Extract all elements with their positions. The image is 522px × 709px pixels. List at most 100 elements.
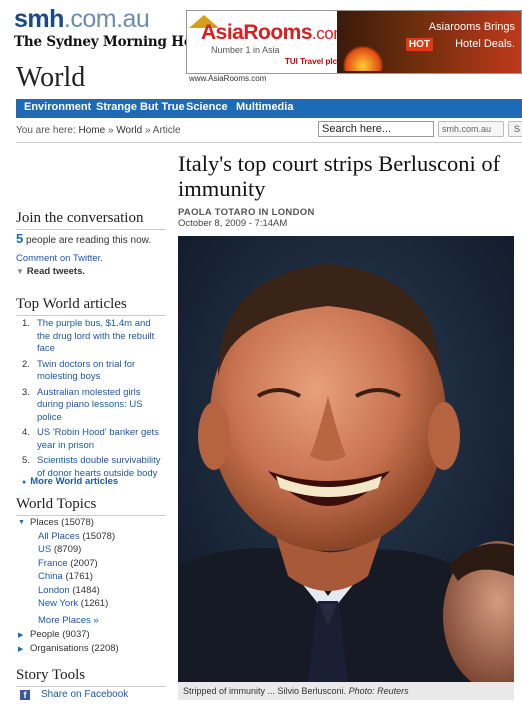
item-number: 2. (22, 358, 30, 370)
breadcrumb-home[interactable]: Home (78, 125, 105, 136)
story-tools-header: Story Tools (16, 667, 166, 687)
photo-caption: Stripped of immunity ... Silvio Berlusco… (178, 682, 514, 700)
top-world-list: 1. The purple bus, $1.4m and the drug lor… (22, 318, 162, 483)
article-byline[interactable]: PAOLA TOTARO IN LONDON (178, 207, 315, 218)
item-link[interactable]: US 'Robin Hood' banker gets year in pris… (37, 427, 159, 451)
list-item[interactable]: 2. Twin doctors on trial for molesting bo… (22, 359, 162, 384)
ad-banner[interactable]: AsiaRooms.com Number 1 in Asia TUI Trave… (186, 10, 522, 74)
caption-credit: Photo: Reuters (348, 686, 409, 696)
paper-name: The Sydney Morning Herald (14, 34, 222, 50)
item-link[interactable]: Australian molested girls during piano l… (37, 387, 143, 423)
nav-strange-but-true[interactable]: Strange But True (96, 101, 185, 113)
more-world-label: More World articles (30, 476, 119, 487)
topics-heading: World Topics (16, 496, 166, 516)
section-nav: Environment Strange But True Science Mul… (16, 99, 522, 118)
topic-item[interactable]: US (8709) (16, 544, 166, 558)
divider (16, 142, 522, 143)
ad-brand: AsiaRooms.com (201, 21, 347, 44)
topic-name[interactable]: France (38, 558, 68, 569)
topic-people-label: People (9037) (30, 629, 90, 640)
facebook-icon: f (20, 690, 30, 700)
article-headline: Italy's top court strips Berlusconi of i… (178, 151, 501, 201)
breadcrumb-world[interactable]: World (116, 125, 142, 136)
topic-name[interactable]: US (38, 544, 51, 555)
ad-url[interactable]: www.AsiaRooms.com (189, 74, 266, 83)
item-link[interactable]: Twin doctors on trial for molesting boys (37, 359, 135, 383)
ad-hot-badge: HOT (405, 38, 433, 51)
item-number: 4. (22, 427, 30, 438)
topic-item[interactable]: London (1484) (16, 585, 166, 599)
readers-text: people are reading this now. (26, 235, 152, 246)
item-link[interactable]: The purple bus, $1.4m and the drug lord … (37, 318, 154, 354)
nav-multimedia[interactable]: Multimedia (236, 101, 293, 113)
share-facebook-label: Share on Facebook (41, 689, 129, 700)
breadcrumb-sep: » (107, 125, 114, 136)
smh-wordmark: smh.com.au (14, 5, 150, 33)
item-link[interactable]: Scientists double survivability of donor… (37, 455, 161, 479)
article-photo[interactable] (178, 236, 514, 682)
nav-environment[interactable]: Environment (24, 101, 91, 113)
nav-science[interactable]: Science (186, 101, 228, 113)
read-tweets-toggle[interactable]: ▼ Read tweets. (16, 266, 85, 277)
breadcrumb: You are here: Home » World » Article (16, 125, 181, 136)
conversation-header: Join the conversation (16, 210, 166, 230)
more-places-link[interactable]: More Places » (38, 615, 99, 626)
search-input[interactable]: Search here... (318, 121, 434, 137)
search-button[interactable]: S (508, 121, 522, 137)
topic-name[interactable]: New York (38, 598, 78, 609)
topic-organisations-label: Organisations (2208) (30, 642, 119, 654)
topic-name[interactable]: China (38, 571, 63, 582)
ad-tagline: Number 1 in Asia (211, 45, 280, 55)
topic-count: (15078) (82, 530, 116, 542)
story-tools-heading: Story Tools (16, 667, 166, 687)
ad-line-1: Asiarooms Brings (428, 21, 515, 33)
site-logo[interactable]: smh.com.au The Sydney Morning Herald (14, 5, 222, 50)
topic-name[interactable]: All Places (38, 531, 80, 542)
search-scope-select[interactable]: smh.com.au (438, 121, 504, 137)
topic-item[interactable]: All Places (15078) (16, 531, 166, 545)
breadcrumb-prefix: You are here: (16, 125, 76, 136)
list-item[interactable]: 4. US 'Robin Hood' banker gets year in pr… (22, 427, 162, 452)
more-world-articles-link[interactable]: ● More World articles (22, 476, 118, 487)
triangle-right-icon: ▶ (18, 645, 24, 653)
item-number: 3. (22, 386, 30, 398)
item-number: 1. (22, 318, 30, 329)
topic-count: (1761) (65, 571, 93, 582)
section-title: World (16, 62, 86, 93)
article-date: October 8, 2009 - 7:14AM (178, 218, 288, 229)
ad-partner: TUI Travel plc (285, 57, 338, 66)
topic-people[interactable]: ▶ People (9037) (16, 629, 166, 643)
ad-promo-panel: Asiarooms Brings HOT Hotel Deals. (337, 11, 521, 73)
breadcrumb-sep: » (145, 125, 151, 136)
list-item[interactable]: 3. Australian molested girls during piano… (22, 387, 162, 425)
topic-name[interactable]: London (38, 585, 70, 596)
more-places-row[interactable]: More Places » (16, 615, 166, 629)
berlusconi-photo (178, 236, 514, 682)
triangle-down-icon: ▼ (18, 519, 25, 526)
item-number: 5. (22, 455, 30, 466)
readers-count: 5 people are reading this now. (16, 231, 151, 246)
topic-count: (2007) (70, 557, 98, 569)
topics-header: World Topics (16, 496, 166, 516)
topic-places[interactable]: ▼ Places (15078) (16, 517, 166, 531)
topics-tree: ▼ Places (15078) All Places (15078) US (8… (16, 517, 166, 656)
read-tweets-label: Read tweets. (26, 266, 85, 277)
topic-item[interactable]: France (2007) (16, 558, 166, 572)
top-world-heading: Top World articles (16, 296, 166, 316)
ad-logo-panel: AsiaRooms.com Number 1 in Asia TUI Trave… (187, 11, 347, 73)
readers-number: 5 (16, 231, 24, 246)
conversation-heading: Join the conversation (16, 210, 166, 230)
topic-item[interactable]: China (1761) (16, 571, 166, 585)
comment-twitter-link[interactable]: Comment on Twitter. (16, 253, 103, 264)
list-item[interactable]: 1. The purple bus, $1.4m and the drug lor… (22, 318, 162, 356)
triangle-right-icon: ▶ (18, 632, 24, 639)
bullet-icon: ● (22, 479, 27, 486)
topic-item[interactable]: New York (1261) (16, 598, 166, 612)
flame-icon (343, 45, 383, 71)
topic-count: (1261) (80, 598, 109, 609)
share-facebook-link[interactable]: f Share on Facebook (16, 689, 166, 703)
topic-organisations[interactable]: ▶ Organisations (2208) (16, 643, 166, 657)
topic-count: (8709) (53, 544, 82, 555)
top-world-header: Top World articles (16, 296, 166, 316)
topic-places-label: Places (15078) (30, 517, 94, 528)
